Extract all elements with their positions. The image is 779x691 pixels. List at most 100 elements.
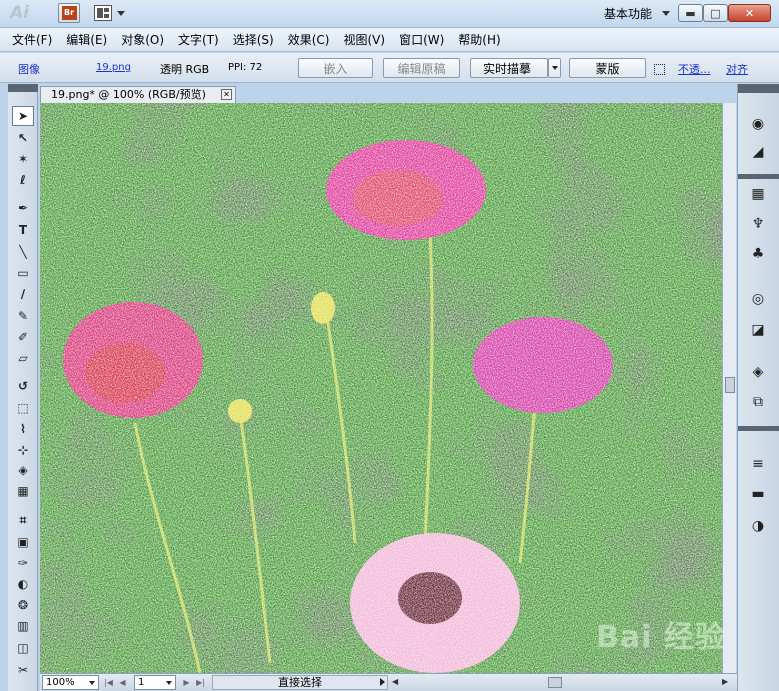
chevron-down-icon [551, 66, 558, 70]
stroke-icon[interactable]: ≡ [747, 454, 769, 474]
chevron-down-icon[interactable] [89, 681, 95, 685]
maximize-button[interactable]: □ [703, 4, 728, 22]
artboards-icon[interactable]: ⧉ [747, 392, 769, 412]
live-trace-button[interactable]: 实时描摹 [470, 58, 548, 78]
menu-effect[interactable]: 效果(C) [288, 31, 330, 48]
lasso-tool[interactable]: ℓ [12, 170, 34, 190]
status-bar: 100% |◀ ◀ 1 ▶ ▶| 直接选择 ◀ ▶ [40, 673, 737, 691]
color-mode-info: 透明 RGB [160, 63, 210, 76]
minimize-button[interactable]: ▬ [678, 4, 703, 22]
watermark-logo: Bai 经验 [596, 620, 726, 655]
brushes-icon[interactable]: ♆ [747, 214, 769, 234]
color-icon[interactable]: ◉ [747, 114, 769, 134]
type-tool[interactable]: T [12, 220, 34, 240]
blob-brush-tool[interactable]: ✐ [12, 327, 34, 347]
menu-object[interactable]: 对象(O) [121, 31, 164, 48]
magic-wand-tool[interactable]: ✶ [12, 149, 34, 169]
paintbrush-tool[interactable]: ∕ [12, 284, 34, 304]
scroll-right-icon[interactable]: ▶ [722, 677, 728, 686]
pencil-tool[interactable]: ✎ [12, 306, 34, 326]
graphic-styles-icon[interactable]: ◪ [747, 320, 769, 340]
symbols-icon[interactable]: ♣ [747, 244, 769, 264]
zoom-value: 100% [46, 677, 75, 688]
menu-view[interactable]: 视图(V) [343, 31, 385, 48]
warp-tool[interactable]: ⌇ [12, 419, 34, 439]
eraser-tool[interactable]: ▱ [12, 348, 34, 368]
gradient-tool[interactable]: ▣ [12, 532, 34, 552]
menu-file[interactable]: 文件(F) [12, 31, 52, 48]
align-link[interactable]: 对齐 [726, 61, 748, 77]
status-tool-readout[interactable]: 直接选择 [212, 675, 388, 690]
pen-tool[interactable]: ✒ [12, 198, 34, 218]
linked-file-name[interactable]: 19.png [96, 62, 131, 73]
illustrator-logo: Ai [10, 3, 29, 23]
free-transform-tool[interactable]: ⊹ [12, 440, 34, 460]
last-artboard-icon[interactable]: ▶| [196, 677, 205, 688]
swatches-icon[interactable]: ▦ [747, 184, 769, 204]
line-tool[interactable]: ╲ [12, 242, 34, 262]
gradient-icon[interactable]: ▬ [747, 484, 769, 504]
perspective-grid-tool[interactable]: ▦ [12, 481, 34, 501]
rotate-tool[interactable]: ↺ [12, 376, 34, 396]
close-button[interactable]: ✕ [728, 4, 771, 22]
zoom-level-field[interactable]: 100% [42, 675, 99, 690]
rectangle-tool[interactable]: ▭ [12, 263, 34, 283]
document-tab[interactable]: 19.png* @ 100% (RGB/预览) ✕ [40, 86, 236, 103]
transform-icon[interactable] [654, 64, 665, 75]
appearance-icon[interactable]: ◎ [747, 289, 769, 309]
direct-selection-tool[interactable]: ↖ [12, 128, 34, 148]
shape-builder-tool[interactable]: ◈ [12, 460, 34, 480]
control-bar: 图像 19.png 透明 RGB PPI: 72 嵌入 编辑原稿 实时描摹 蒙版… [0, 53, 779, 83]
arrange-documents-icon [94, 5, 112, 21]
selection-tool[interactable]: ➤ [12, 106, 34, 126]
scale-tool[interactable]: ⬚ [12, 398, 34, 418]
ppi-info: PPI: 72 [228, 62, 263, 73]
horizontal-scroll-thumb[interactable] [548, 677, 562, 688]
dock-group-divider[interactable] [738, 174, 779, 179]
panel-dock: ◉ ◢ ▦ ♆ ♣ ◎ ◪ ◈ ⧉ ≡ ▬ ◑ [737, 84, 779, 691]
blend-tool[interactable]: ◐ [12, 574, 34, 594]
tools-panel-header[interactable] [8, 84, 38, 92]
dock-group-divider[interactable] [738, 426, 779, 431]
image-type-label[interactable]: 图像 [18, 61, 40, 77]
status-menu-arrow-icon[interactable] [380, 678, 385, 686]
opacity-link[interactable]: 不透... [678, 61, 711, 77]
previous-artboard-icon[interactable]: ◀ [118, 677, 127, 688]
chevron-down-icon[interactable] [166, 681, 172, 685]
artboard-number-field[interactable]: 1 [134, 675, 176, 690]
mask-button[interactable]: 蒙版 [569, 58, 646, 78]
document-tab-title: 19.png* @ 100% (RGB/预览) [51, 88, 206, 101]
menu-help[interactable]: 帮助(H) [458, 31, 500, 48]
transparency-icon[interactable]: ◑ [747, 516, 769, 536]
artboard-tool[interactable]: ◫ [12, 638, 34, 658]
embed-button[interactable]: 嵌入 [298, 58, 373, 78]
workspace-switcher[interactable]: 基本功能 [604, 5, 652, 22]
menu-select[interactable]: 选择(S) [233, 31, 274, 48]
slice-tool[interactable]: ✂ [12, 660, 34, 680]
close-icon[interactable]: ✕ [221, 89, 232, 100]
edit-original-button[interactable]: 编辑原稿 [383, 58, 460, 78]
column-graph-tool[interactable]: ▥ [12, 616, 34, 636]
eyedropper-tool[interactable]: ✑ [12, 553, 34, 573]
menu-type[interactable]: 文字(T) [178, 31, 219, 48]
next-artboard-icon[interactable]: ▶ [182, 677, 191, 688]
color-guide-icon[interactable]: ◢ [747, 142, 769, 162]
trace-options-dropdown[interactable] [548, 58, 561, 78]
workspace-chevron-down-icon[interactable] [662, 11, 670, 16]
menu-edit[interactable]: 编辑(E) [66, 31, 107, 48]
scroll-left-icon[interactable]: ◀ [392, 677, 398, 686]
placed-image[interactable] [40, 103, 722, 673]
chevron-down-icon [117, 10, 125, 16]
vertical-scrollbar[interactable] [722, 103, 736, 673]
dock-header[interactable] [738, 84, 779, 93]
artboard-canvas[interactable] [40, 103, 722, 673]
first-artboard-icon[interactable]: |◀ [104, 677, 113, 688]
bridge-button[interactable]: Br [58, 3, 80, 23]
layers-icon[interactable]: ◈ [747, 362, 769, 382]
mesh-tool[interactable]: ⌗ [12, 510, 34, 530]
symbol-sprayer-tool[interactable]: ❂ [12, 595, 34, 615]
arrange-documents-button[interactable] [94, 3, 132, 23]
scrollbar-thumb[interactable] [725, 377, 735, 393]
menu-bar: 文件(F) 编辑(E) 对象(O) 文字(T) 选择(S) 效果(C) 视图(V… [0, 28, 779, 52]
menu-window[interactable]: 窗口(W) [399, 31, 444, 48]
